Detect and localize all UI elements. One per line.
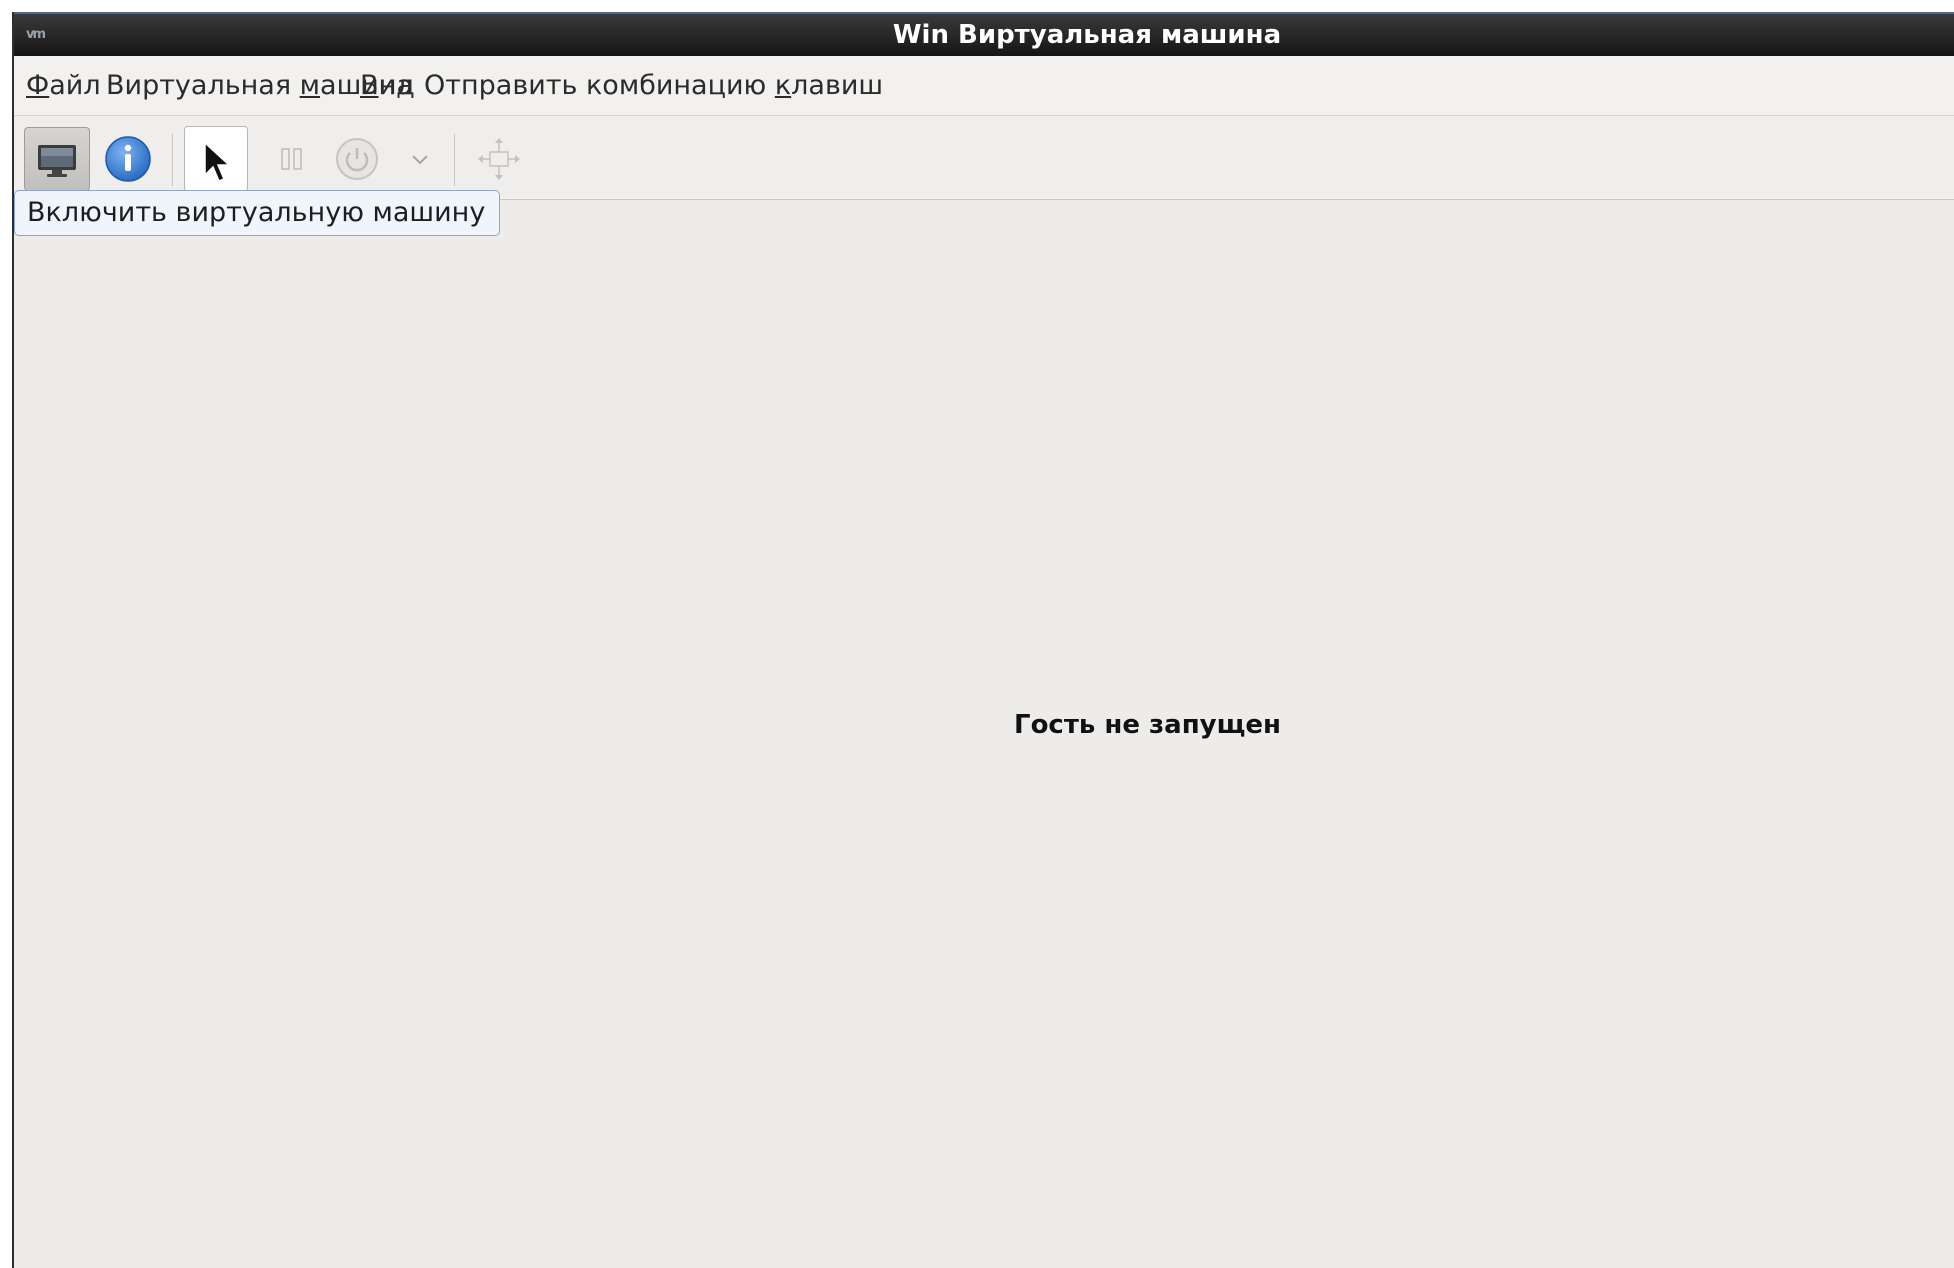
menu-file-label: айл	[49, 70, 101, 101]
fullscreen-button[interactable]	[472, 132, 526, 186]
monitor-icon	[38, 145, 76, 177]
guest-status-message: Гость не запущен	[1014, 710, 1281, 740]
pause-icon	[281, 148, 302, 170]
menu-view-mnemonic: В	[360, 70, 379, 101]
show-console-button[interactable]	[24, 127, 90, 191]
menu-send-key-mnemonic: к	[774, 70, 792, 101]
tooltip: Включить виртуальную машину	[14, 190, 501, 236]
title-bar[interactable]: vm Win Виртуальная машина	[14, 12, 1954, 56]
menu-view-label: ид	[378, 70, 415, 101]
toolbar-separator	[454, 134, 455, 186]
window-title: Win Виртуальная машина	[892, 20, 1282, 50]
vm-details-button[interactable]	[100, 131, 156, 187]
chevron-down-icon	[412, 155, 428, 165]
pointer-icon	[204, 141, 231, 182]
menu-file-mnemonic: Ф	[26, 70, 50, 101]
toolbar	[14, 116, 1954, 200]
menu-bar: Файл Виртуальная машина Вид Отправить ко…	[14, 56, 1954, 116]
menu-vm-label-start: Виртуальная	[106, 70, 300, 101]
menu-file[interactable]: Файл	[26, 56, 101, 116]
run-vm-button[interactable]	[184, 126, 248, 192]
toolbar-separator	[172, 134, 173, 186]
shutdown-button[interactable]	[330, 132, 384, 186]
power-icon	[336, 138, 378, 180]
vm-window: vm Win Виртуальная машина Файл Виртуальн…	[12, 12, 1954, 1268]
menu-send-key-label-end: лавиш	[791, 70, 884, 101]
shutdown-menu-button[interactable]	[396, 134, 444, 184]
menu-send-key-label-start: Отправить комбинацию	[424, 70, 775, 101]
fullscreen-move-icon	[478, 138, 520, 180]
menu-vm-mnemonic: м	[299, 70, 321, 101]
menu-send-key[interactable]: Отправить комбинацию клавиш	[424, 56, 883, 116]
pause-button[interactable]	[270, 134, 314, 184]
info-icon	[105, 136, 151, 182]
menu-view[interactable]: Вид	[360, 56, 415, 116]
